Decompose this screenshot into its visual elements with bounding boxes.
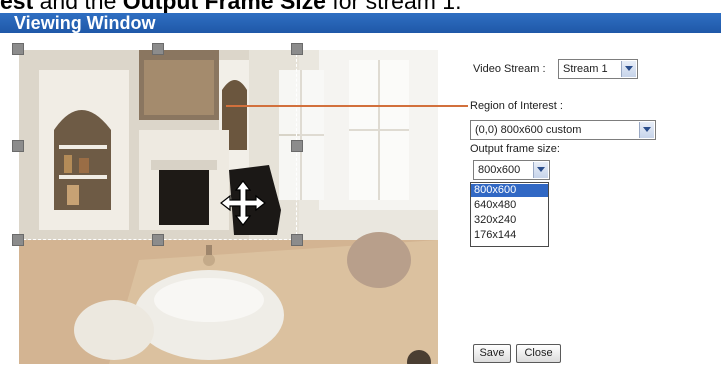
video-stream-label: Video Stream : [473, 63, 546, 75]
video-stream-select[interactable]: Stream 1 [558, 59, 638, 79]
video-stream-value: Stream 1 [563, 63, 608, 75]
frame-size-option[interactable]: 640x480 [471, 199, 548, 212]
chevron-down-icon [639, 122, 654, 138]
roi-handle-bottom-right[interactable] [291, 234, 303, 246]
frame-size-select[interactable]: 800x600 [473, 160, 550, 180]
chevron-down-icon [621, 61, 636, 77]
frame-size-value: 800x600 [478, 164, 521, 176]
roi-value: (0,0) 800x600 custom [475, 124, 582, 136]
close-button[interactable]: Close [516, 344, 561, 363]
roi-handle-middle-right[interactable] [291, 140, 303, 152]
save-button[interactable]: Save [473, 344, 511, 363]
roi-handle-top-left[interactable] [12, 43, 24, 55]
roi-handle-bottom-center[interactable] [152, 234, 164, 246]
roi-leader-line [226, 105, 468, 107]
chevron-down-icon [533, 162, 548, 178]
frame-size-option[interactable]: 320x240 [471, 214, 548, 227]
roi-handle-top-right[interactable] [291, 43, 303, 55]
roi-select[interactable]: (0,0) 800x600 custom [470, 120, 656, 140]
caption-fragment-4: for stream 1. [332, 0, 462, 14]
caption-fragment-2: and the [39, 0, 117, 14]
frame-size-label: Output frame size: [470, 143, 560, 155]
frame-size-option[interactable]: 800x600 [471, 184, 548, 197]
roi-handle-middle-left[interactable] [12, 140, 24, 152]
roi-handle-bottom-left[interactable] [12, 234, 24, 246]
caption-fragment-1: est [0, 0, 34, 14]
roi-label: Region of Interest : [470, 100, 563, 112]
roi-handle-top-center[interactable] [152, 43, 164, 55]
move-arrows-icon [220, 180, 266, 226]
frame-size-dropdown: 800x600 640x480 320x240 176x144 [470, 182, 549, 247]
frame-size-option[interactable]: 176x144 [471, 229, 548, 242]
header-bar: Viewing Window [0, 13, 721, 33]
page-title: Viewing Window [14, 13, 156, 33]
caption-fragment-3: Output Frame Size [122, 0, 326, 14]
